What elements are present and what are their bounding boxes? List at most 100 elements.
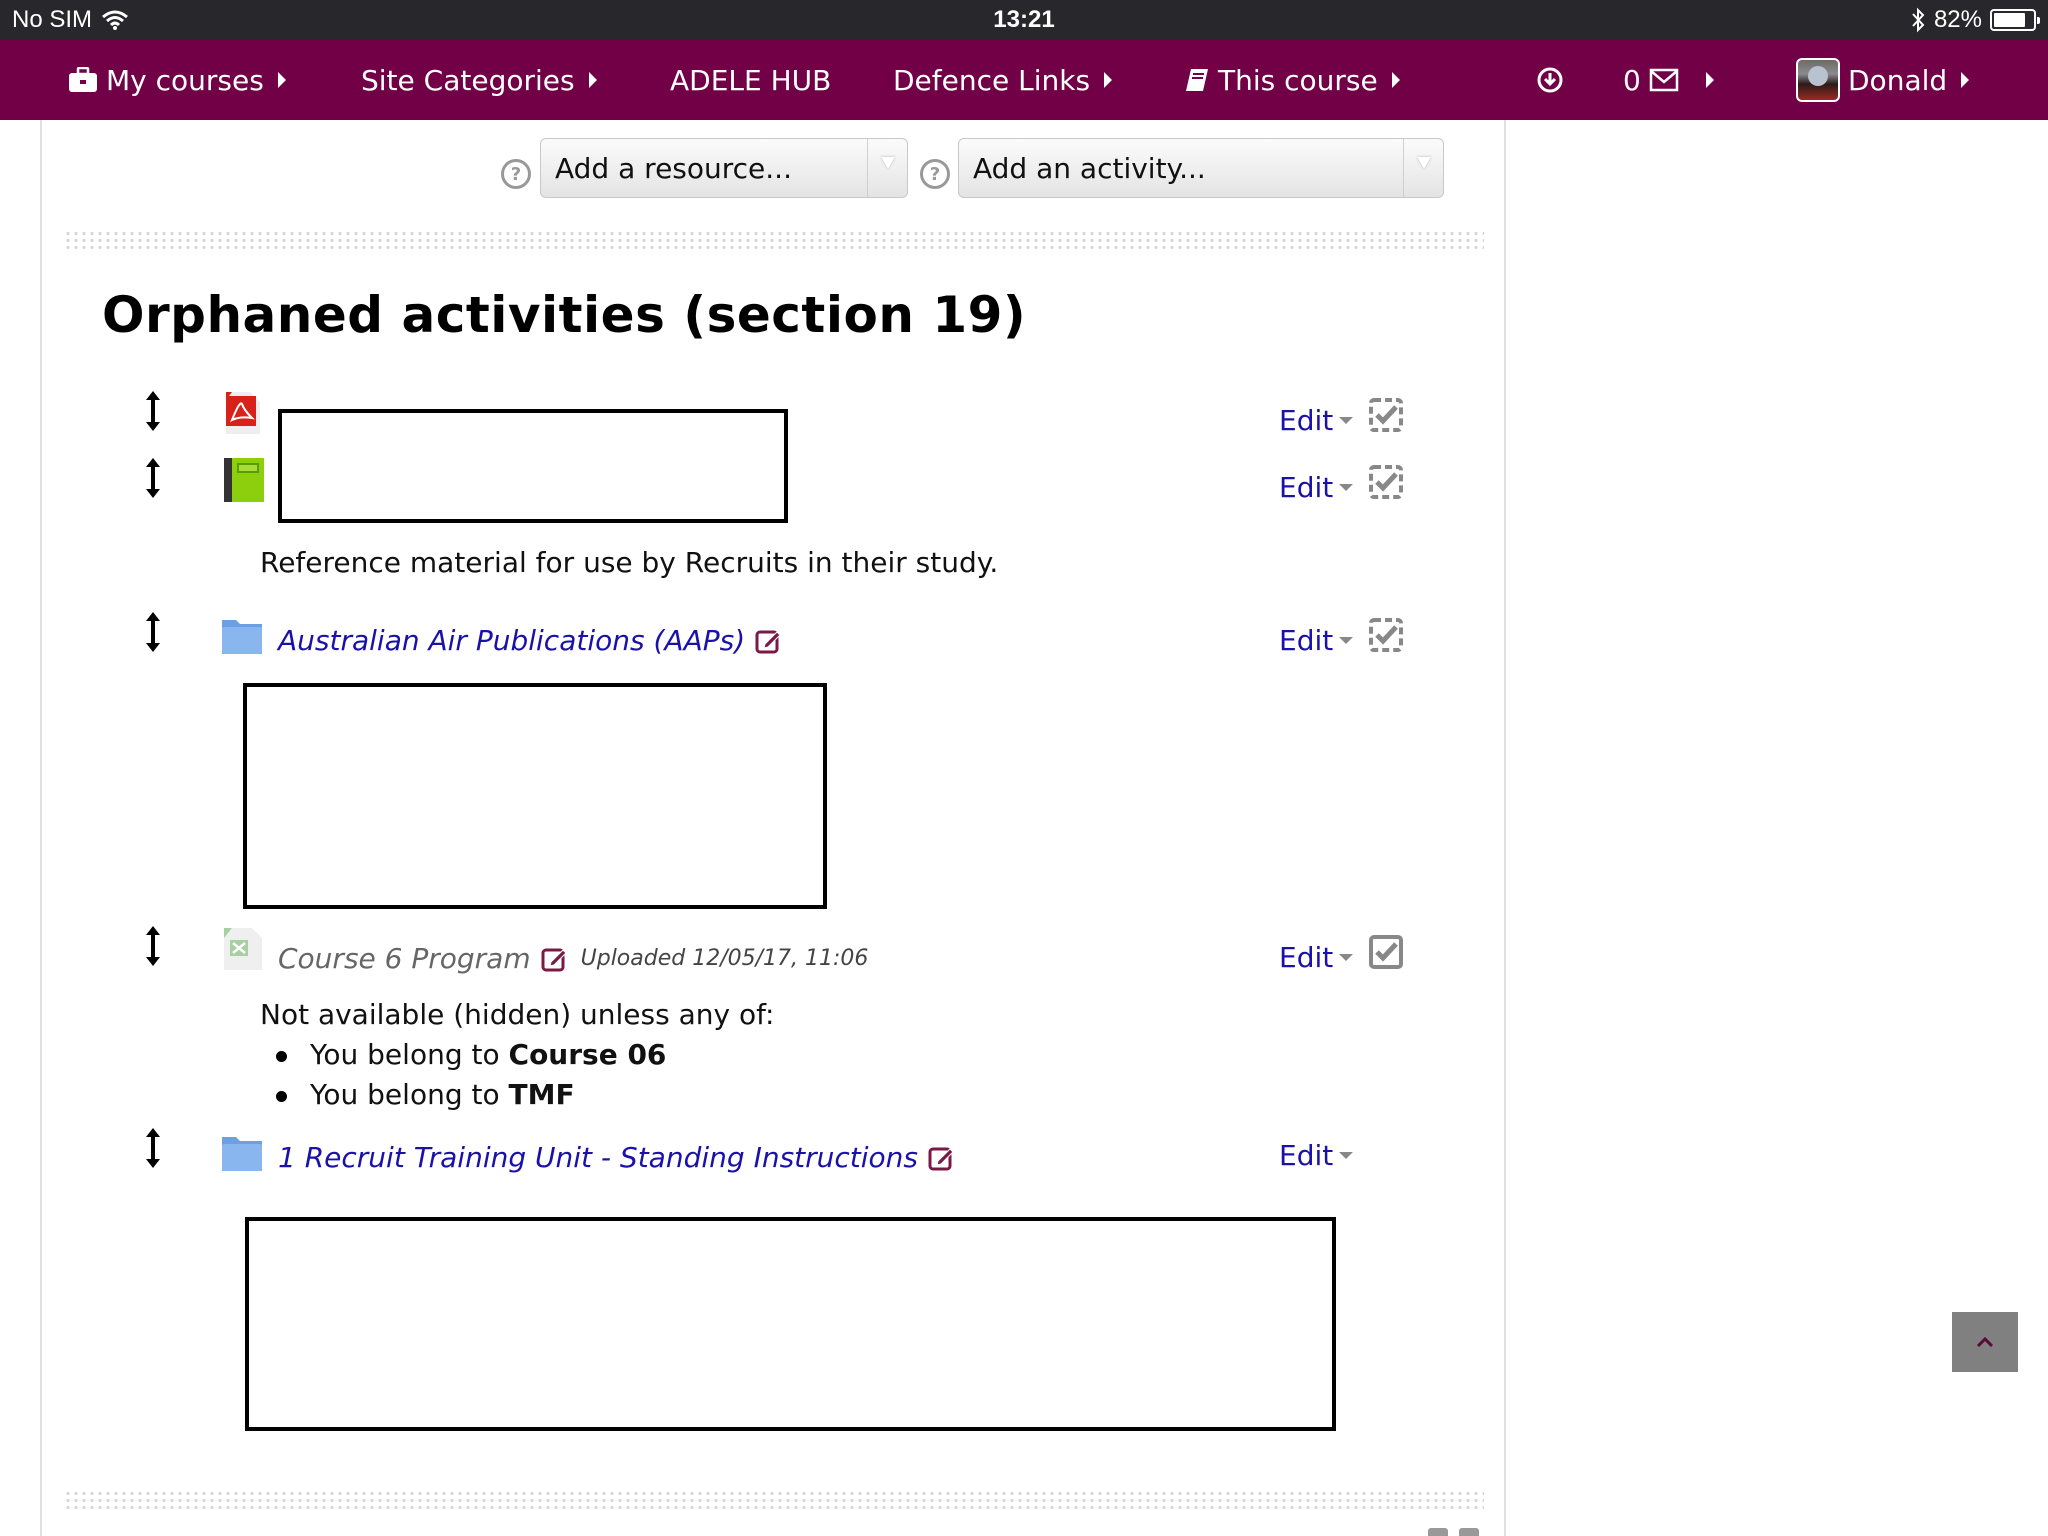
activity-name: Course 6 Program xyxy=(278,942,531,975)
edit-label: Edit xyxy=(1279,1139,1334,1172)
help-icon[interactable]: ? xyxy=(501,159,531,189)
caret-right-icon xyxy=(1104,72,1113,88)
chevron-down-icon xyxy=(1403,139,1443,197)
condition-group: Course 06 xyxy=(508,1038,667,1071)
avatar xyxy=(1796,58,1840,102)
completion-checkbox-dashed-icon[interactable] xyxy=(1369,465,1403,499)
edit-title-icon[interactable] xyxy=(755,628,781,654)
move-icon[interactable] xyxy=(143,924,163,968)
activity-name: 1 Recruit Training Unit - Standing Instr… xyxy=(278,1141,919,1174)
section-control-button[interactable] xyxy=(1459,1528,1479,1536)
move-icon[interactable] xyxy=(143,1126,163,1170)
activity-link-course-6-program[interactable]: Course 6 Program Uploaded 12/05/17, 11:0… xyxy=(278,942,868,975)
messages-menu-toggle[interactable] xyxy=(1700,40,1714,120)
status-bar: No SIM 13:21 82% xyxy=(0,0,2048,40)
user-menu[interactable]: Donald xyxy=(1796,40,1970,120)
edit-menu-button[interactable]: Edit xyxy=(1279,1139,1354,1172)
nav-site-categories[interactable]: Site Categories xyxy=(361,40,597,120)
messages-count: 0 xyxy=(1623,63,1641,97)
condition-prefix: You belong to xyxy=(310,1078,509,1111)
caret-down-icon xyxy=(1339,1152,1354,1159)
add-resource-select[interactable]: Add a resource... xyxy=(540,138,908,198)
nav-defence-links[interactable]: Defence Links xyxy=(893,40,1113,120)
edit-menu-button[interactable]: Edit xyxy=(1279,471,1354,504)
activity-link-standing-instructions[interactable]: 1 Recruit Training Unit - Standing Instr… xyxy=(278,1141,954,1174)
restriction-condition: You belong to Course 06 xyxy=(260,1035,774,1075)
top-navbar: My courses Site Categories ADELE HUB Def… xyxy=(0,40,2048,120)
nav-label: Defence Links xyxy=(893,63,1091,97)
download-button[interactable] xyxy=(1537,40,1563,120)
edit-label: Edit xyxy=(1279,471,1334,504)
back-to-top-button[interactable] xyxy=(1952,1312,2018,1372)
download-circle-icon xyxy=(1537,67,1563,93)
caret-down-icon xyxy=(1339,417,1354,424)
user-name: Donald xyxy=(1848,63,1948,97)
completion-checkbox-dashed-icon[interactable] xyxy=(1369,398,1403,432)
restriction-list: You belong to Course 06 You belong to TM… xyxy=(260,1035,774,1115)
chevron-up-icon xyxy=(1976,1336,1994,1348)
activity-link-aaps[interactable]: Australian Air Publications (AAPs) xyxy=(278,624,781,657)
nav-this-course[interactable]: This course xyxy=(1184,40,1400,120)
envelope-icon xyxy=(1649,68,1679,92)
restriction-condition: You belong to TMF xyxy=(260,1075,774,1115)
condition-prefix: You belong to xyxy=(310,1038,509,1071)
nav-my-courses[interactable]: My courses xyxy=(68,40,286,120)
folder-icon xyxy=(222,620,262,654)
nav-label: My courses xyxy=(106,63,264,97)
edit-title-icon[interactable] xyxy=(541,946,567,972)
move-icon[interactable] xyxy=(143,389,163,433)
availability-restrictions: Not available (hidden) unless any of: Yo… xyxy=(260,998,774,1115)
edit-label: Edit xyxy=(1279,404,1334,437)
caret-down-icon xyxy=(1339,637,1354,644)
caret-down-icon xyxy=(1339,954,1354,961)
book-green-icon xyxy=(224,458,264,502)
move-icon[interactable] xyxy=(143,456,163,500)
book-icon xyxy=(1186,69,1208,91)
redacted-folder-contents xyxy=(243,683,827,909)
nav-label: Site Categories xyxy=(361,63,575,97)
condition-group: TMF xyxy=(508,1078,575,1111)
nav-label: ADELE HUB xyxy=(670,63,832,97)
caret-down-icon xyxy=(1339,484,1354,491)
add-activity-select[interactable]: Add an activity... xyxy=(958,138,1444,198)
battery-icon xyxy=(1990,9,2040,31)
caret-right-icon xyxy=(1706,72,1714,88)
pdf-file-icon xyxy=(226,392,260,434)
clock: 13:21 xyxy=(993,6,1055,33)
completion-checkbox-dashed-icon[interactable] xyxy=(1369,618,1403,652)
edit-title-icon[interactable] xyxy=(928,1145,954,1171)
caret-right-icon xyxy=(277,72,286,88)
messages-button[interactable]: 0 xyxy=(1623,40,1679,120)
uploaded-date: Uploaded 12/05/17, 11:06 xyxy=(580,946,869,971)
chevron-down-icon xyxy=(867,139,907,197)
section-divider xyxy=(64,230,1484,252)
bluetooth-icon xyxy=(1912,7,1925,33)
edit-menu-button[interactable]: Edit xyxy=(1279,624,1354,657)
redacted-activity-names xyxy=(278,409,788,523)
nav-label: This course xyxy=(1218,63,1378,97)
move-icon[interactable] xyxy=(143,610,163,654)
section-divider xyxy=(64,1490,1484,1512)
redacted-folder-contents xyxy=(245,1217,1336,1431)
folder-icon xyxy=(222,1137,262,1171)
briefcase-icon xyxy=(69,67,97,92)
activity-description: Reference material for use by Recruits i… xyxy=(260,546,999,579)
caret-right-icon xyxy=(1391,72,1400,88)
caret-right-icon xyxy=(588,72,597,88)
edit-menu-button[interactable]: Edit xyxy=(1279,941,1354,974)
add-resource-label: Add a resource... xyxy=(555,151,792,185)
battery-percent: 82% xyxy=(1933,6,1982,33)
edit-label: Edit xyxy=(1279,941,1334,974)
restriction-intro: Not available (hidden) unless any of: xyxy=(260,998,775,1031)
edit-menu-button[interactable]: Edit xyxy=(1279,404,1354,437)
nav-adele-hub[interactable]: ADELE HUB xyxy=(670,40,831,120)
completion-checkbox-icon[interactable] xyxy=(1369,935,1403,969)
content-border-left xyxy=(40,120,42,1536)
excel-file-icon xyxy=(224,928,262,970)
section-control-button[interactable] xyxy=(1428,1528,1448,1536)
help-icon[interactable]: ? xyxy=(920,159,950,189)
caret-right-icon xyxy=(1961,72,1970,88)
edit-label: Edit xyxy=(1279,624,1334,657)
add-activity-label: Add an activity... xyxy=(973,151,1206,185)
activity-name: Australian Air Publications (AAPs) xyxy=(278,624,746,657)
